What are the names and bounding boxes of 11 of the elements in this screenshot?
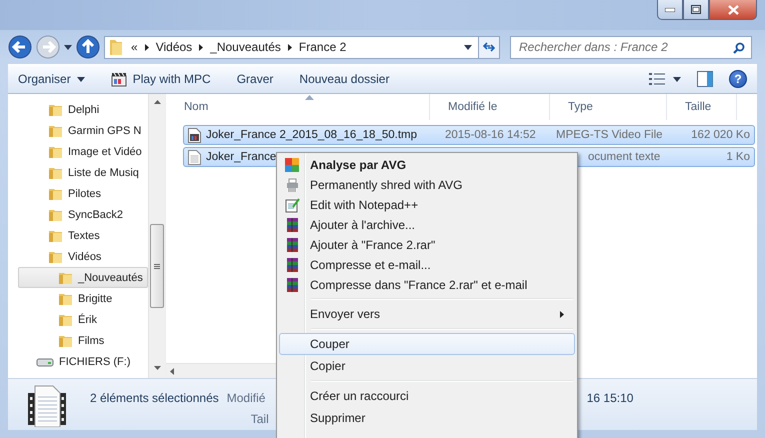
table-cell: Joker_France 2_2015_08_16_18_50.tmp bbox=[206, 129, 417, 141]
table-cell: ocument texte bbox=[588, 151, 660, 163]
table-cell: 2015-08-16 14:52 bbox=[445, 129, 536, 141]
table-cell: 1 Ko bbox=[726, 151, 750, 163]
detail-label: Tail bbox=[250, 412, 269, 426]
selection-summary: 2 éléments sélectionnés bbox=[90, 391, 219, 405]
table-cell: Joker_France bbox=[206, 151, 276, 163]
table-cell: MPEG-TS Video File bbox=[556, 129, 663, 141]
detail-value: 16 15:10 bbox=[586, 391, 634, 405]
table-cell: 162 020 Ko bbox=[691, 129, 750, 141]
detail-label: Modifié bbox=[226, 391, 266, 405]
